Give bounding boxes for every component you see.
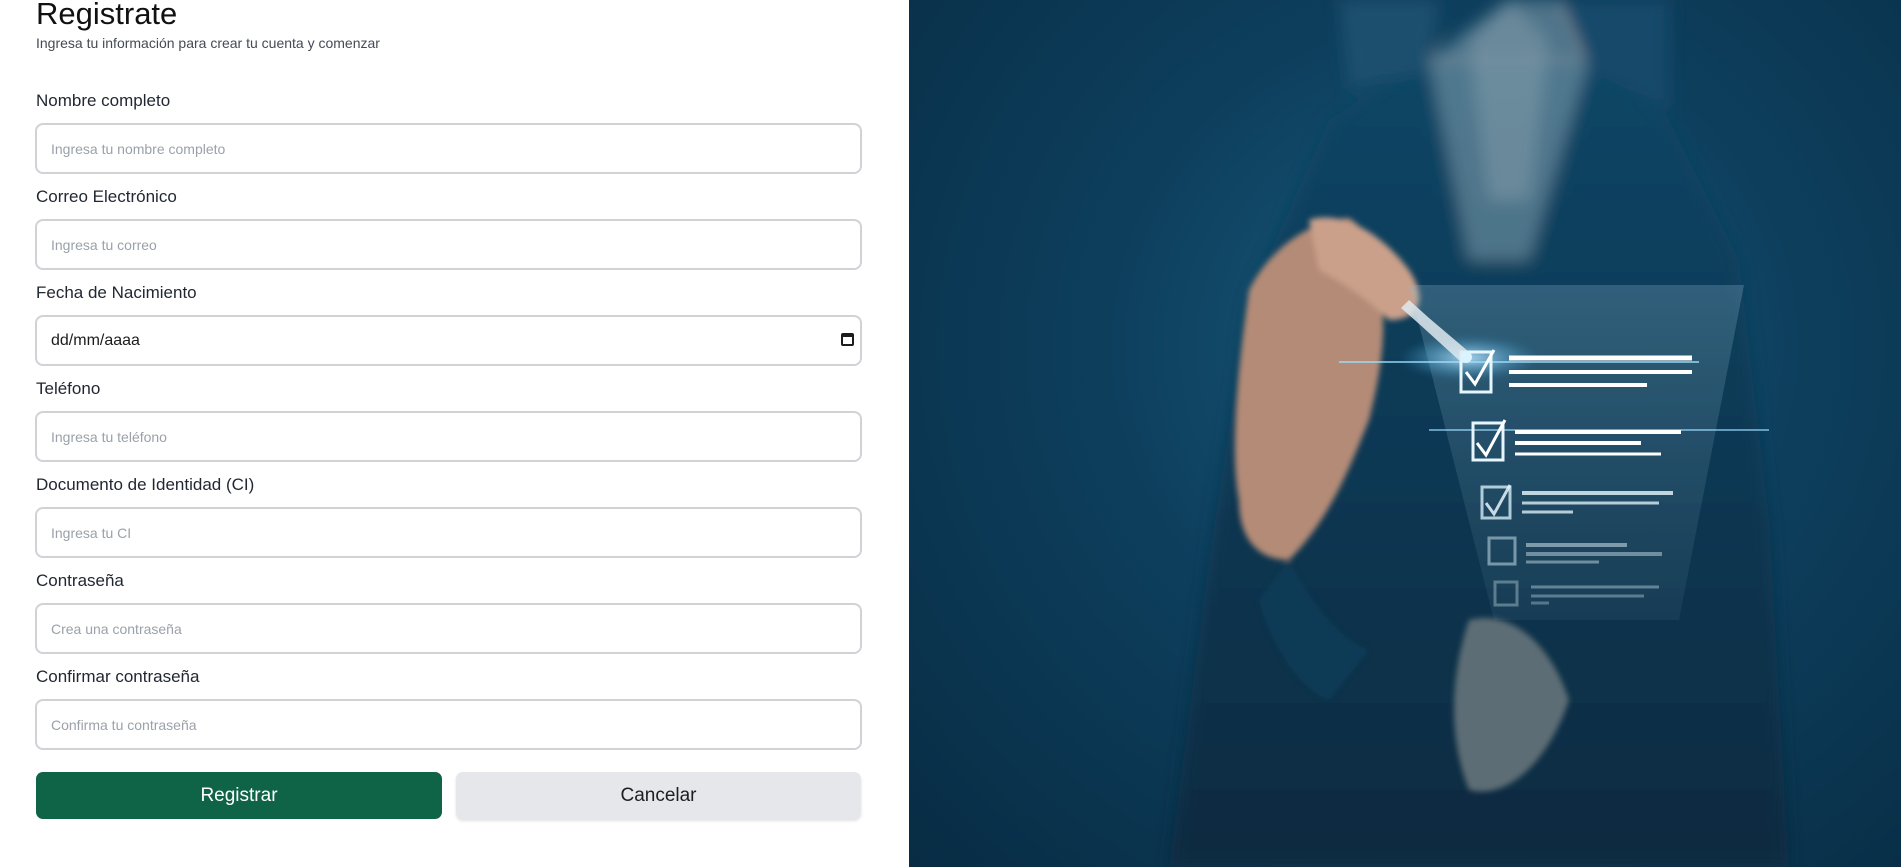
id-document-input-box <box>35 507 862 558</box>
confirm-password-input-box <box>35 699 862 750</box>
id-document-label: Documento de Identidad (CI) <box>36 475 255 494</box>
phone-input-box <box>35 411 862 462</box>
page-subtitle: Ingresa tu información para crear tu cue… <box>36 35 380 51</box>
phone-input[interactable] <box>37 413 860 460</box>
birthdate-value: dd/mm/aaaa <box>51 332 140 349</box>
confirm-password-input[interactable] <box>37 701 860 748</box>
phone-label: Teléfono <box>36 379 101 398</box>
hero-image <box>909 0 1901 867</box>
calendar-icon[interactable] <box>841 333 854 346</box>
email-input[interactable] <box>37 221 860 268</box>
id-document-field: Documento de Identidad (CI) <box>35 474 862 558</box>
birthdate-field: Fecha de Nacimiento dd/mm/aaaa <box>35 282 862 366</box>
phone-field: Teléfono <box>35 378 862 462</box>
register-page: Registrate Ingresa tu información para c… <box>0 0 1901 867</box>
full-name-field: Nombre completo <box>35 90 862 174</box>
password-input[interactable] <box>37 605 860 652</box>
register-button[interactable]: Registrar <box>36 772 442 819</box>
cancel-button[interactable]: Cancelar <box>456 772 861 819</box>
full-name-input-box <box>35 123 862 174</box>
password-field: Contraseña <box>35 570 862 654</box>
email-label: Correo Electrónico <box>36 187 177 206</box>
password-input-box <box>35 603 862 654</box>
birthdate-label: Fecha de Nacimiento <box>36 283 197 302</box>
register-form: Registrate Ingresa tu información para c… <box>0 0 909 867</box>
confirm-password-field: Confirmar contraseña <box>35 666 862 750</box>
full-name-label: Nombre completo <box>36 91 171 110</box>
email-field: Correo Electrónico <box>35 186 862 270</box>
id-document-input[interactable] <box>37 509 860 556</box>
birthdate-input[interactable]: dd/mm/aaaa <box>35 315 862 366</box>
businessman-checklist-illustration <box>1169 0 1789 867</box>
full-name-input[interactable] <box>37 125 860 172</box>
password-label: Contraseña <box>36 571 124 590</box>
email-input-box <box>35 219 862 270</box>
page-title: Registrate <box>36 0 178 31</box>
confirm-password-label: Confirmar contraseña <box>36 667 200 686</box>
